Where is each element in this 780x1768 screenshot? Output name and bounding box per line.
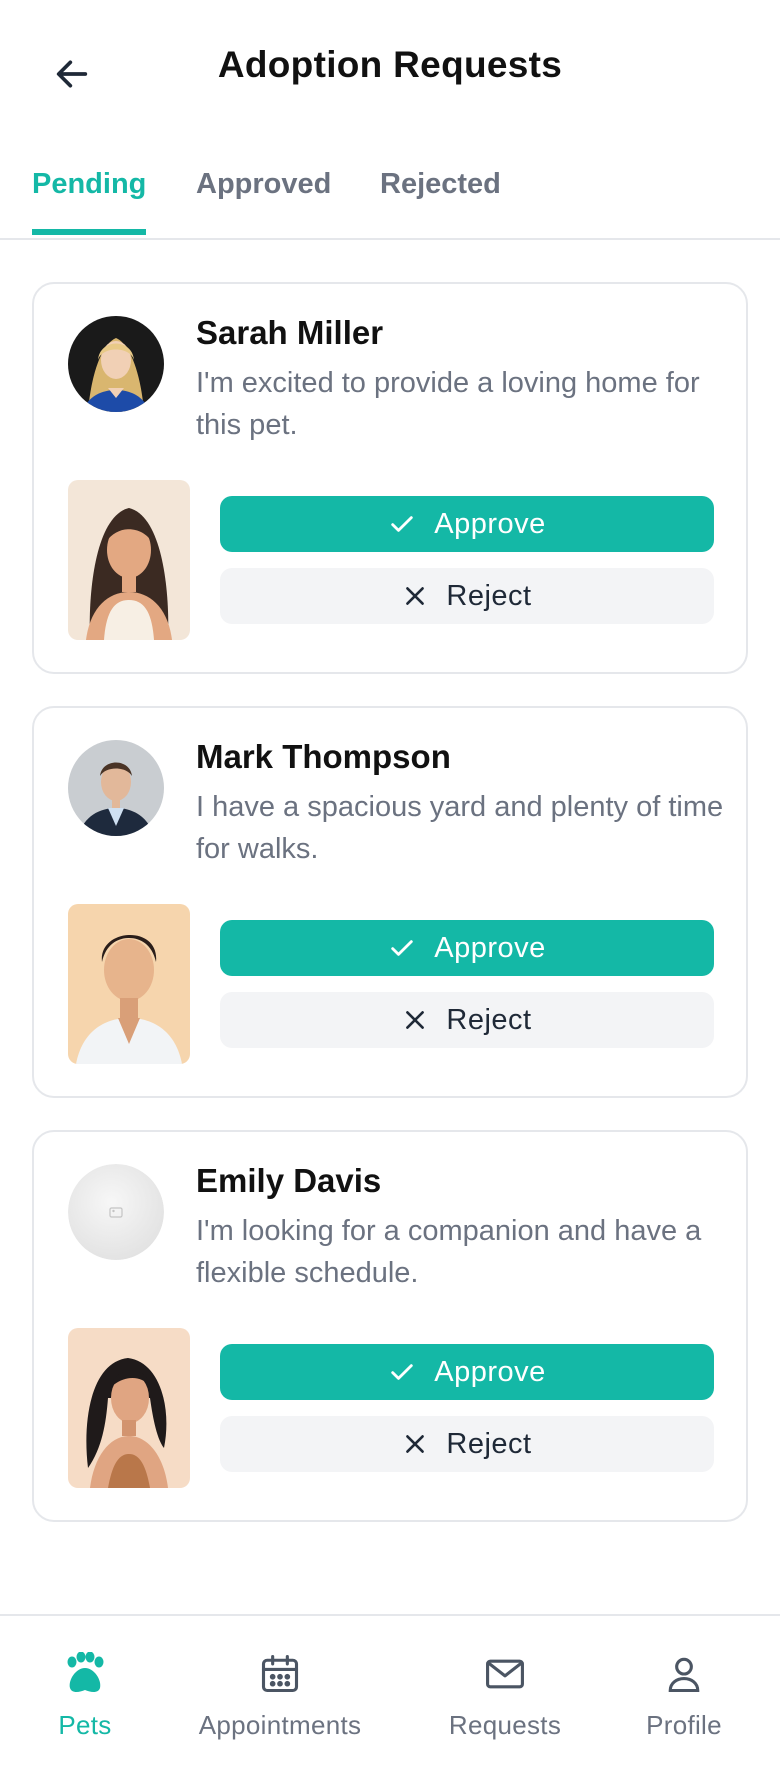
nav-item-profile[interactable]: Profile bbox=[636, 1652, 732, 1741]
user-icon bbox=[668, 1657, 700, 1693]
bottom-navigation: Pets Appointments Requests Profile bbox=[0, 1614, 780, 1768]
reject-button[interactable]: Reject bbox=[220, 1416, 714, 1472]
requester-name: Emily Davis bbox=[196, 1162, 382, 1199]
request-card: Sarah Miller I'm excited to provide a lo… bbox=[32, 282, 748, 674]
check-icon bbox=[388, 934, 416, 962]
requester-name: Mark Thompson bbox=[196, 738, 451, 775]
requester-name: Sarah Miller bbox=[196, 314, 384, 351]
avatar-placeholder bbox=[68, 1164, 164, 1260]
close-icon bbox=[402, 1431, 428, 1457]
request-card: Mark Thompson I have a spacious yard and… bbox=[32, 706, 748, 1098]
status-tabs: Pending Approved Rejected bbox=[0, 140, 780, 240]
approve-label: Approve bbox=[434, 507, 546, 540]
reject-label: Reject bbox=[446, 1427, 532, 1460]
paw-icon bbox=[67, 1652, 104, 1692]
reject-button[interactable]: Reject bbox=[220, 992, 714, 1048]
pet-photo bbox=[68, 1328, 190, 1488]
reject-label: Reject bbox=[446, 1003, 532, 1036]
approve-button[interactable]: Approve bbox=[220, 1344, 714, 1400]
app-header: Adoption Requests bbox=[0, 0, 780, 140]
request-message: I'm excited to provide a loving home for… bbox=[196, 367, 700, 441]
pet-photo bbox=[68, 480, 190, 640]
tab-rejected[interactable]: Rejected bbox=[380, 168, 501, 235]
nav-label: Appointments bbox=[198, 1710, 362, 1740]
page-title: Adoption Requests bbox=[217, 44, 563, 85]
close-icon bbox=[402, 1007, 428, 1033]
nav-item-requests[interactable]: Requests bbox=[440, 1652, 570, 1741]
approve-button[interactable]: Approve bbox=[220, 920, 714, 976]
avatar bbox=[68, 316, 164, 412]
request-message: I have a spacious yard and plenty of tim… bbox=[196, 791, 724, 865]
check-icon bbox=[388, 1358, 416, 1386]
request-card: Emily Davis I'm looking for a companion … bbox=[32, 1130, 748, 1522]
nav-label: Profile bbox=[646, 1710, 722, 1740]
approve-label: Approve bbox=[434, 931, 546, 964]
close-icon bbox=[402, 583, 428, 609]
nav-label: Pets bbox=[58, 1710, 112, 1740]
approve-button[interactable]: Approve bbox=[220, 496, 714, 552]
reject-label: Reject bbox=[446, 579, 532, 612]
tab-approved[interactable]: Approved bbox=[196, 168, 331, 235]
pet-photo bbox=[68, 904, 190, 1064]
request-message: I'm looking for a companion and have a f… bbox=[196, 1215, 702, 1289]
calendar-icon bbox=[261, 1655, 299, 1693]
nav-label: Requests bbox=[448, 1710, 562, 1740]
envelope-icon bbox=[486, 1659, 524, 1689]
avatar bbox=[68, 740, 164, 836]
approve-label: Approve bbox=[434, 1355, 546, 1388]
nav-item-appointments[interactable]: Appointments bbox=[190, 1652, 370, 1741]
nav-item-pets[interactable]: Pets bbox=[44, 1652, 126, 1741]
tab-pending[interactable]: Pending bbox=[32, 168, 147, 235]
reject-button[interactable]: Reject bbox=[220, 568, 714, 624]
check-icon bbox=[388, 510, 416, 538]
